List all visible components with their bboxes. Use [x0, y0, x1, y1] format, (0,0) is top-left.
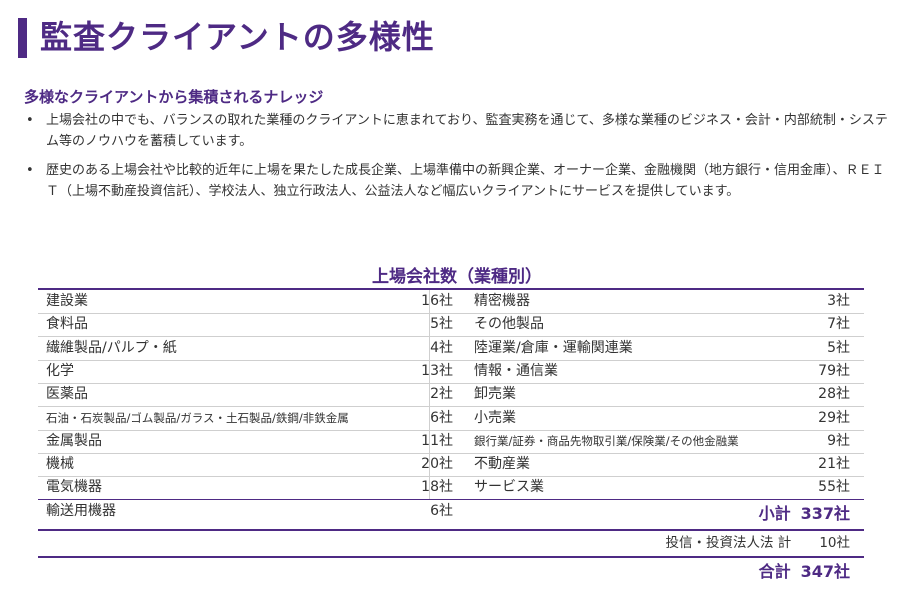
bullet-mark: •	[26, 113, 34, 128]
table-row: 繊維製品/パルプ・紙 4社 陸運業/倉庫・運輸関連業 5社	[38, 337, 864, 361]
total-label: 合計	[758, 562, 791, 581]
bullet-text: 歴史のある上場会社や比較的近年に上場を果たした成長企業、上場準備中の新興企業、オ…	[46, 163, 885, 199]
section-subtitle: 多様なクライアントから集積されるナレッジ	[24, 88, 324, 106]
table-row: 石油・石炭製品/ゴム製品/ガラス・土石製品/鉄鋼/非鉄金属 6社 小売業 29社	[38, 407, 864, 431]
right-industry-name: 卸売業	[474, 386, 516, 402]
subtotal-value: 337社	[800, 504, 850, 523]
right-industry-name: その他製品	[474, 316, 544, 332]
right-company-count: 29社	[818, 410, 850, 426]
table-row: 建設業 16社 精密機器 3社	[38, 290, 864, 314]
title-accent-bar	[18, 18, 27, 58]
reit-total: 投信・投資法人法 計 10社	[666, 532, 850, 554]
table-row: 電気機器 18社 サービス業 55社	[38, 476, 864, 500]
table-row: 化学 13社 情報・通信業 79社	[38, 360, 864, 384]
reit-label: 投信・投資法人法 計	[665, 535, 792, 551]
left-company-count: 16社	[421, 293, 453, 309]
left-industry-name: 電気機器	[46, 479, 102, 495]
right-company-count: 79社	[818, 363, 850, 379]
left-company-count: 4社	[430, 340, 453, 356]
right-company-count: 21社	[818, 456, 850, 472]
total-rule	[38, 556, 864, 558]
table-title: 上場会社数（業種別）	[372, 267, 542, 287]
table-row: 食料品 5社 その他製品 7社	[38, 313, 864, 337]
right-company-count: 5社	[827, 340, 850, 356]
left-company-count: 5社	[430, 316, 453, 332]
reit-value: 10社	[819, 535, 850, 551]
subtotal: 小計 337社	[759, 500, 850, 528]
subtotal-bottom-rule	[38, 529, 864, 531]
table-row: 機械 20社 不動産業 21社	[38, 453, 864, 477]
left-industry-name: 石油・石炭製品/ゴム製品/ガラス・土石製品/鉄鋼/非鉄金属	[46, 411, 349, 425]
left-company-count: 6社	[430, 410, 453, 426]
right-industry-name: 陸運業/倉庫・運輸関連業	[474, 340, 633, 356]
right-industry-name: サービス業	[474, 479, 544, 495]
right-company-count: 55社	[818, 479, 850, 495]
reit-row: 投信・投資法人法 計 10社	[38, 532, 864, 554]
right-industry-name: 精密機器	[474, 293, 530, 309]
right-company-count: 3社	[827, 293, 850, 309]
page-title: 監査クライアントの多様性	[40, 18, 435, 56]
total-row: 合計 347社	[38, 559, 864, 585]
left-industry-name: 機械	[46, 456, 74, 472]
left-industry-name: 食料品	[46, 316, 88, 332]
right-company-count: 9社	[827, 433, 850, 449]
bullet-list: • 上場会社の中でも、バランスの取れた業種のクライアントに恵まれており、監査実務…	[24, 110, 894, 210]
bullet-text: 上場会社の中でも、バランスの取れた業種のクライアントに恵まれており、監査実務を通…	[46, 113, 888, 149]
bullet-mark: •	[26, 163, 34, 178]
right-industry-name: 銀行業/証券・商品先物取引業/保険業/その他金融業	[474, 434, 739, 448]
grand-total: 合計 347社	[759, 559, 850, 585]
right-industry-name: 不動産業	[474, 456, 530, 472]
bullet-item: • 歴史のある上場会社や比較的近年に上場を果たした成長企業、上場準備中の新興企業…	[24, 160, 894, 202]
right-industry-name: 情報・通信業	[474, 363, 558, 379]
left-company-count: 2社	[430, 386, 453, 402]
left-company-count: 18社	[421, 479, 453, 495]
right-company-count: 28社	[818, 386, 850, 402]
left-company-count: 20社	[421, 456, 453, 472]
left-industry-name: 金属製品	[46, 433, 102, 449]
left-industry-name: 建設業	[46, 293, 88, 309]
left-company-count: 13社	[421, 363, 453, 379]
subtotal-label: 小計	[758, 504, 791, 523]
table-row: 医薬品 2社 卸売業 28社	[38, 383, 864, 407]
left-industry-name: 繊維製品/パルプ・紙	[46, 340, 177, 356]
bullet-item: • 上場会社の中でも、バランスの取れた業種のクライアントに恵まれており、監査実務…	[24, 110, 894, 152]
left-industry-name: 医薬品	[46, 386, 88, 402]
total-value: 347社	[800, 562, 850, 581]
subtotal-row: 小計 337社	[38, 500, 864, 528]
left-industry-name: 化学	[46, 363, 74, 379]
left-company-count: 11社	[421, 433, 453, 449]
right-company-count: 7社	[827, 316, 850, 332]
right-industry-name: 小売業	[474, 410, 516, 426]
table-row: 金属製品 11社 銀行業/証券・商品先物取引業/保険業/その他金融業 9社	[38, 430, 864, 454]
